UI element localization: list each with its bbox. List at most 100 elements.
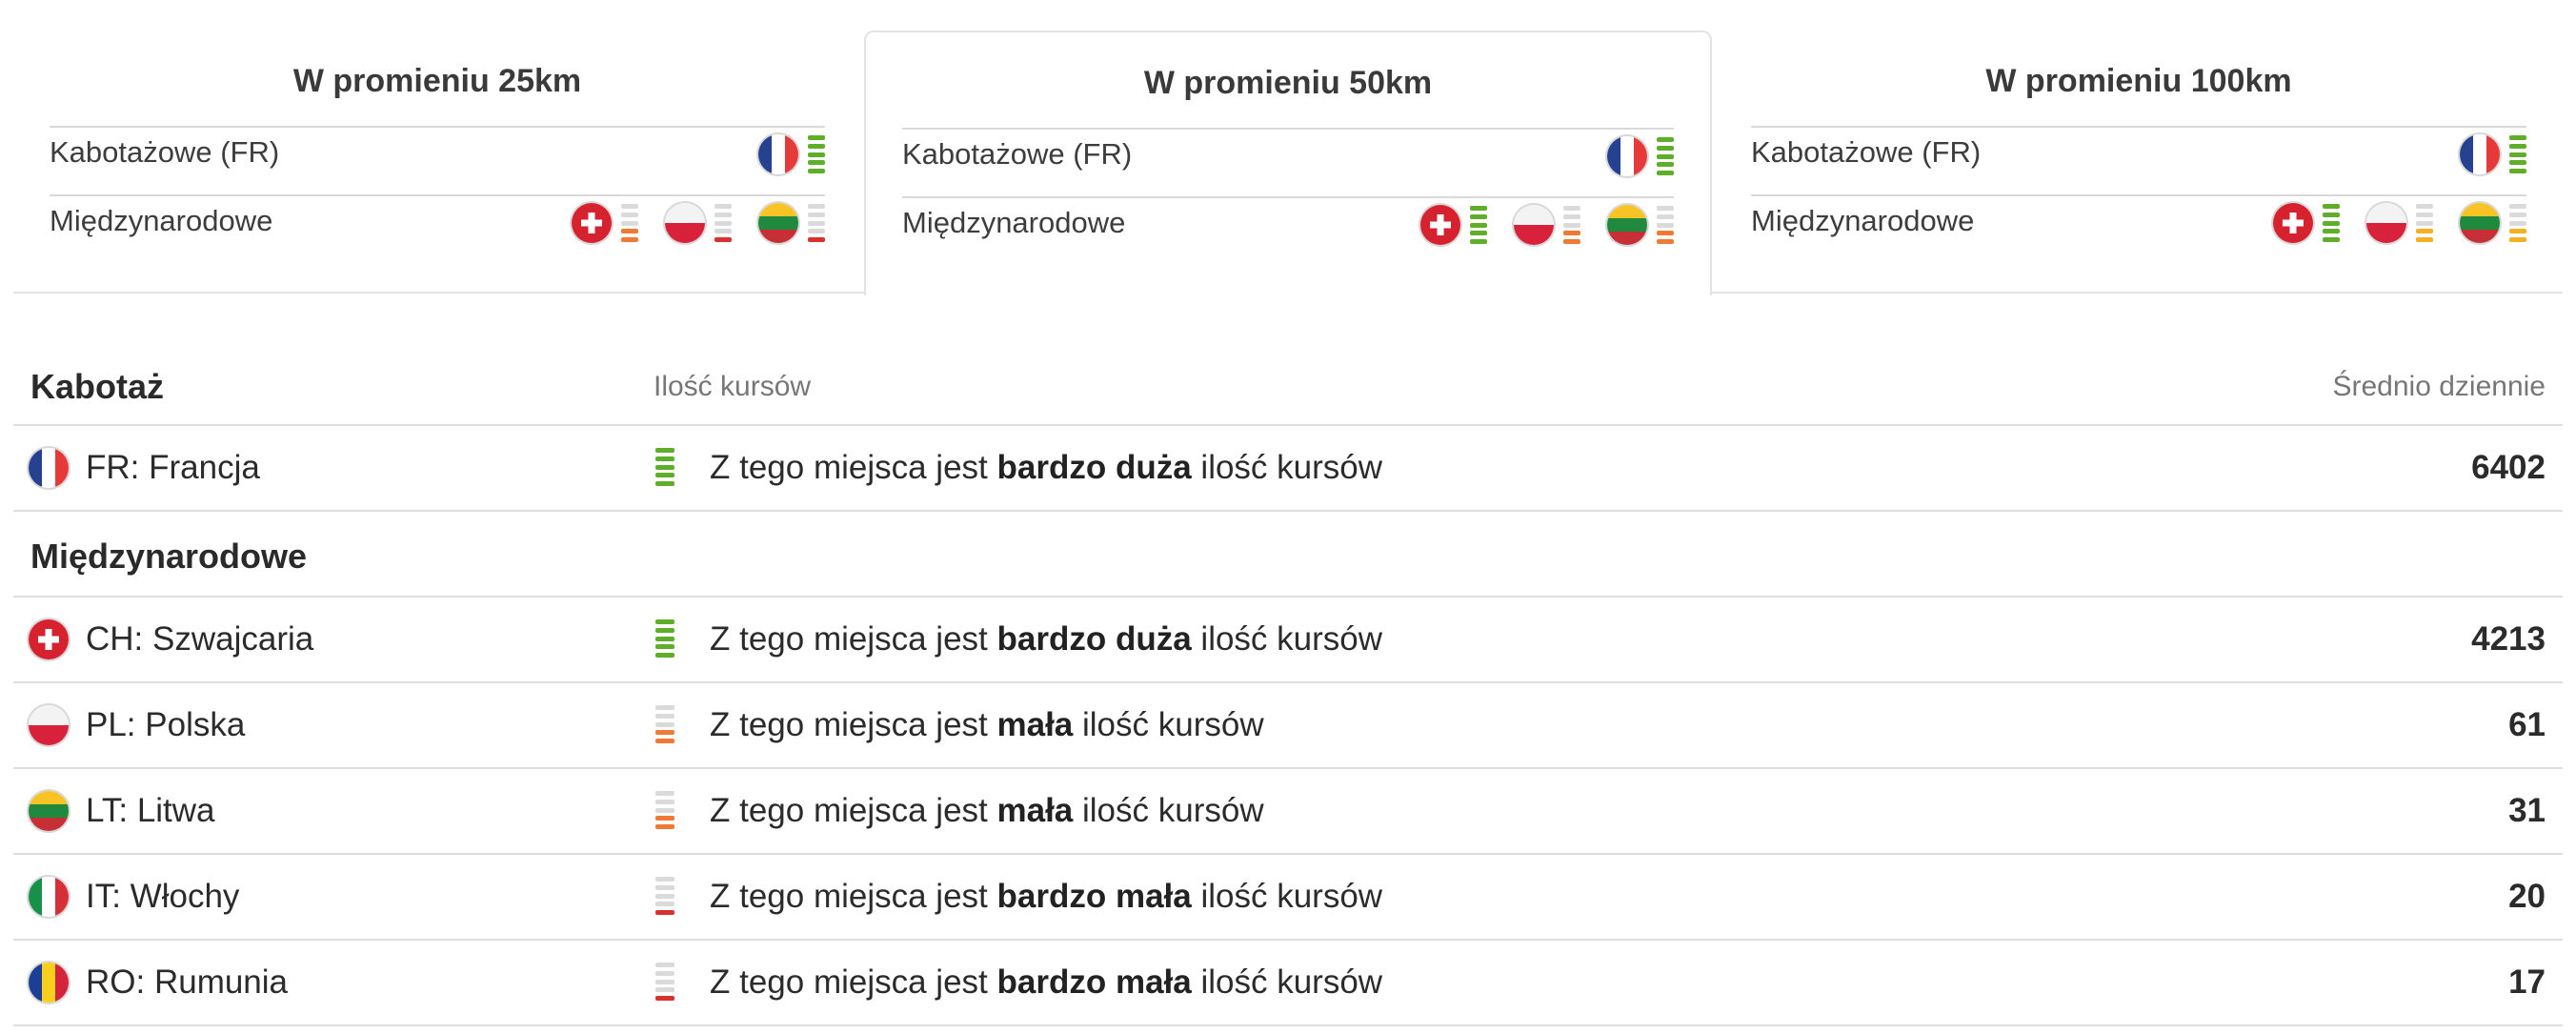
daily-average: 6402 [2471, 449, 2546, 486]
tab-row-label: Kabotażowe (FR) [1751, 135, 1982, 169]
daily-average: 20 [2508, 878, 2546, 915]
cabotage-rows: FR: Francja Z tego miejsca jest bardzo du… [13, 426, 2563, 512]
description-suffix: ilość kursów [1191, 963, 1383, 1001]
flag-ch-icon [29, 619, 69, 659]
signal-meter-icon [2509, 204, 2526, 242]
flag-pl-icon [665, 203, 705, 243]
description-prefix: Z tego miejsca jest [710, 706, 997, 743]
description-prefix: Z tego miejsca jest [710, 963, 997, 1001]
signal-meter-icon [655, 619, 674, 658]
tab-flags [2460, 132, 2526, 177]
signal-meter-icon [808, 204, 825, 242]
signal-meter-icon [1563, 206, 1580, 244]
tab-radius-50[interactable]: W promieniu 50km Kabotażowe (FR) Międzyn… [864, 30, 1712, 295]
course-amount-description: Z tego miejsca jest bardzo mała ilość ku… [710, 878, 1382, 916]
country-name: CH: Szwajcaria [86, 620, 314, 658]
table-row: CH: Szwajcaria Z tego miejsca jest bardzo… [13, 598, 2563, 683]
tab-row-label: Międzynarodowe [902, 206, 1126, 239]
description-prefix: Z tego miejsca jest [710, 878, 997, 915]
tab-row-label: Międzynarodowe [50, 204, 273, 237]
flag-group-ch [2273, 203, 2340, 243]
signal-meter-icon [1470, 206, 1487, 244]
tab-row-international: Międzynarodowe [1751, 194, 2526, 265]
signal-meter-icon [808, 135, 825, 173]
signal-meter-icon [621, 204, 638, 242]
signal-meter-icon [655, 877, 674, 915]
tab-flags [2273, 200, 2526, 246]
flag-group-ch [1420, 205, 1487, 245]
description-amount: bardzo mała [996, 878, 1192, 915]
country-name: PL: Polska [86, 706, 246, 743]
flag-group-pl [665, 203, 732, 243]
description-amount: bardzo duża [996, 449, 1192, 486]
country-name: RO: Rumunia [86, 963, 289, 1001]
tab-flags [1607, 133, 1674, 179]
flag-group-fr [758, 134, 825, 174]
flag-lt-icon [1607, 205, 1647, 245]
column-header-count: Ilość kursów [654, 371, 812, 402]
flag-group-fr [1607, 136, 1674, 176]
flag-pl-icon [1514, 205, 1554, 245]
section-row-international: Międzynarodowe [13, 512, 2563, 598]
flag-ch-icon [572, 203, 612, 243]
tab-flags [1420, 202, 1674, 248]
tab-row-cabotage: Kabotażowe (FR) [1751, 126, 2526, 196]
daily-average: 31 [2508, 792, 2546, 829]
tab-flags [758, 132, 825, 177]
flag-lt-icon [758, 203, 798, 243]
column-header-avg: Średnio dziennie [2332, 371, 2546, 402]
flag-pl-icon [29, 705, 69, 745]
flag-ch-icon [1420, 205, 1460, 245]
description-suffix: ilość kursów [1191, 620, 1383, 658]
section-title-cabotage: Kabotaż [30, 367, 165, 406]
country-name: FR: Francja [86, 449, 260, 486]
radius-tabs: W promieniu 25km Kabotażowe (FR) Międzyn… [13, 30, 2563, 295]
international-rows: CH: Szwajcaria Z tego miejsca jest bardzo… [13, 598, 2563, 1026]
flag-it-icon [29, 877, 69, 917]
daily-average: 4213 [2471, 620, 2546, 658]
table-row: RO: Rumunia Z tego miejsca jest bardzo ma… [13, 941, 2563, 1026]
description-amount: bardzo duża [996, 620, 1192, 658]
flag-group-pl [1514, 205, 1580, 245]
signal-meter-icon [655, 448, 674, 486]
description-suffix: ilość kursów [1191, 878, 1383, 915]
tab-radius-100[interactable]: W promieniu 100km Kabotażowe (FR) Między… [1715, 30, 2563, 294]
country-name: LT: Litwa [86, 792, 215, 829]
table-row: FR: Francja Z tego miejsca jest bardzo du… [13, 426, 2563, 512]
tab-row-international: Międzynarodowe [902, 196, 1674, 267]
tab-title: W promieniu 100km [1985, 63, 2292, 99]
tab-flags [572, 200, 825, 246]
flag-fr-icon [2460, 134, 2500, 174]
flag-fr-icon [758, 134, 798, 174]
description-suffix: ilość kursów [1191, 449, 1383, 486]
flag-group-lt [2460, 203, 2526, 243]
description-suffix: ilość kursów [1073, 706, 1264, 743]
tab-row-label: Międzynarodowe [1751, 204, 1975, 237]
tab-radius-25[interactable]: W promieniu 25km Kabotażowe (FR) Międzyn… [13, 30, 861, 294]
flag-ch-icon [2273, 203, 2313, 243]
table-row: LT: Litwa Z tego miejsca jest mała ilość … [13, 769, 2563, 855]
routes-table: Kabotaż Ilość kursów Średnio dziennie FR… [13, 338, 2563, 1026]
signal-meter-icon [655, 963, 674, 1001]
daily-average: 61 [2508, 706, 2546, 743]
tab-row-cabotage: Kabotażowe (FR) [902, 128, 1674, 198]
course-amount-description: Z tego miejsca jest bardzo mała ilość ku… [710, 963, 1382, 1002]
tab-title: W promieniu 25km [292, 63, 582, 99]
tab-row-cabotage: Kabotażowe (FR) [50, 126, 825, 196]
flag-group-fr [2460, 134, 2526, 174]
signal-meter-icon [2509, 135, 2526, 173]
description-amount: mała [996, 706, 1074, 743]
description-prefix: Z tego miejsca jest [710, 620, 997, 658]
country-name: IT: Włochy [86, 878, 240, 915]
flag-pl-icon [2366, 203, 2406, 243]
section-title-international: Międzynarodowe [30, 537, 308, 576]
signal-meter-icon [714, 204, 732, 242]
flag-lt-icon [2460, 203, 2500, 243]
flag-group-pl [2366, 203, 2433, 243]
course-amount-description: Z tego miejsca jest bardzo duża ilość ku… [710, 449, 1382, 487]
description-prefix: Z tego miejsca jest [710, 449, 997, 486]
course-amount-description: Z tego miejsca jest mała ilość kursów [710, 706, 1264, 744]
table-header: Kabotaż Ilość kursów Średnio dziennie [13, 338, 2563, 426]
signal-meter-icon [2416, 204, 2433, 242]
table-row: PL: Polska Z tego miejsca jest mała ilość… [13, 683, 2563, 769]
